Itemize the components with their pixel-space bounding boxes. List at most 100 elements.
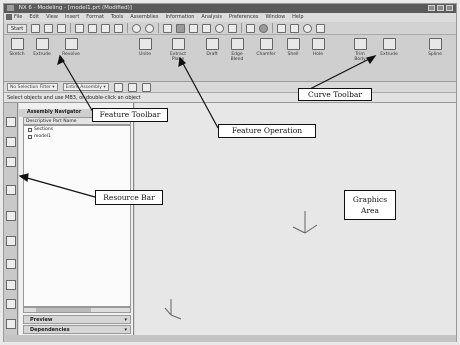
orient-view-icon[interactable] (246, 23, 256, 33)
toolbar-divider (158, 23, 160, 33)
title-bar: NX 6 - Modeling - [model1.prt (Modified)… (4, 4, 456, 13)
navigator-scrollbar[interactable] (23, 307, 131, 313)
window-title: NX 6 - Modeling - [model1.prt (Modified)… (18, 5, 132, 11)
datum-plane-button[interactable]: Extract Plane (167, 38, 189, 72)
graphics-area-callout-line1: Graphics (352, 195, 388, 204)
menu-assemblies[interactable]: Assemblies (130, 13, 158, 22)
graphics-area-callout: Graphics Area (344, 190, 396, 220)
sketch-button[interactable]: Sketch (6, 38, 28, 72)
cut-icon[interactable] (75, 23, 85, 33)
extrude-button[interactable]: Extrude (31, 38, 53, 72)
roles-tab-icon[interactable] (6, 280, 16, 290)
menu-insert[interactable]: Insert (65, 13, 79, 22)
menu-information[interactable]: Information (165, 13, 194, 22)
redo-icon[interactable] (145, 23, 155, 33)
menu-help[interactable]: Help (292, 13, 303, 22)
hole-button[interactable]: Hole (307, 38, 329, 72)
extrude-icon (35, 38, 49, 50)
checkbox-icon[interactable] (28, 134, 32, 139)
rotate-icon[interactable] (215, 23, 225, 33)
cue-line: Select objects and use MB3, or double-cl… (4, 93, 456, 103)
selection-intent-icon[interactable] (141, 82, 151, 92)
save-icon[interactable] (57, 23, 67, 33)
menu-view[interactable]: View (46, 13, 58, 22)
selection-filter-dropdown[interactable]: No Selection Filter (7, 83, 58, 91)
delete-icon[interactable] (114, 23, 124, 33)
curve-extrude-icon (382, 38, 396, 50)
menu-file[interactable]: File (14, 13, 22, 22)
menu-edit[interactable]: Edit (29, 13, 39, 22)
reuse-library-tab-icon[interactable] (6, 185, 16, 195)
menu-tools[interactable]: Tools (111, 13, 123, 22)
scrollbar-thumb[interactable] (36, 308, 91, 312)
close-icon[interactable] (446, 5, 453, 11)
constraint-navigator-tab-icon[interactable] (6, 137, 16, 147)
undo-icon[interactable] (132, 23, 142, 33)
process-studio-tab-icon[interactable] (6, 259, 16, 269)
status-bar (4, 335, 456, 342)
resource-bar-callout: Resource Bar (95, 190, 163, 205)
feature-toolbar: Sketch Extrude Revolve Unite Extract Pla… (4, 35, 456, 82)
pan-icon[interactable] (228, 23, 238, 33)
preview-panel-header[interactable]: Preview ▾ (23, 315, 131, 324)
shell-button[interactable]: Shell (282, 38, 304, 72)
toolbar-divider (70, 23, 72, 33)
part-navigator-tab-icon[interactable] (6, 157, 16, 167)
arc-icon[interactable] (303, 23, 313, 33)
unite-icon (138, 38, 152, 50)
tree-item-model1[interactable]: model1 (24, 133, 130, 140)
snap-point-icon[interactable] (127, 82, 137, 92)
dependencies-panel-header[interactable]: Dependencies ▾ (23, 325, 131, 334)
web-browser-tab-icon[interactable] (6, 319, 16, 329)
draft-button[interactable]: Draft (201, 38, 223, 72)
edge-blend-icon (230, 38, 244, 50)
start-button[interactable]: Start (7, 23, 28, 33)
resource-bar (4, 103, 18, 335)
toolbar-divider (241, 23, 243, 33)
unite-button[interactable]: Unite (134, 38, 156, 72)
fit-view-icon[interactable] (163, 23, 173, 33)
spline-button[interactable]: Spline (424, 38, 446, 72)
edge-blend-button[interactable]: Edge Blend (226, 38, 248, 72)
maximize-icon[interactable] (437, 5, 444, 11)
menu-preferences[interactable]: Preferences (229, 13, 258, 22)
open-icon[interactable] (44, 23, 54, 33)
new-icon[interactable] (31, 23, 41, 33)
curve-extrude-button[interactable]: Extrude (378, 38, 400, 72)
menu-logo-icon (6, 14, 12, 20)
menu-format[interactable]: Format (86, 13, 104, 22)
line-icon[interactable] (290, 23, 300, 33)
menu-analysis[interactable]: Analysis (201, 13, 222, 22)
chevron-down-icon: ▾ (124, 317, 127, 323)
chamfer-button[interactable]: Chamfer (255, 38, 277, 72)
assembly-navigator-tab-icon[interactable] (6, 117, 16, 127)
checkbox-icon[interactable] (28, 127, 32, 132)
toolbar-divider (127, 23, 129, 33)
zoom-icon[interactable] (202, 23, 212, 33)
window-controls (428, 5, 453, 11)
selection-scope-dropdown[interactable]: Entire Assembly (62, 83, 109, 91)
system-materials-tab-icon[interactable] (6, 236, 16, 246)
menu-window[interactable]: Window (265, 13, 285, 22)
draft-icon (205, 38, 219, 50)
minimize-icon[interactable] (428, 5, 435, 11)
history-tab-icon[interactable] (6, 211, 16, 221)
select-all-icon[interactable] (113, 82, 123, 92)
wireframe-view-icon[interactable] (189, 23, 199, 33)
feature-toolbar-callout: Feature Toolbar (92, 108, 168, 122)
nx-window: NX 6 - Modeling - [model1.prt (Modified)… (3, 3, 457, 342)
revolve-button[interactable]: Revolve (60, 38, 82, 72)
manufacturing-wizard-tab-icon[interactable] (6, 299, 16, 309)
trim-body-button[interactable]: Trim Body (349, 38, 371, 72)
standard-toolbar: Start (4, 22, 456, 35)
tree-item-sections[interactable]: Sections (24, 126, 130, 133)
point-icon[interactable] (277, 23, 287, 33)
app-logo-icon (7, 4, 14, 11)
wcs-triad-icon (292, 211, 318, 234)
snap-icon[interactable] (316, 23, 326, 33)
render-style-icon[interactable] (259, 23, 269, 33)
spline-icon (428, 38, 442, 50)
copy-icon[interactable] (88, 23, 98, 33)
shaded-view-icon[interactable] (176, 23, 186, 33)
paste-icon[interactable] (101, 23, 111, 33)
